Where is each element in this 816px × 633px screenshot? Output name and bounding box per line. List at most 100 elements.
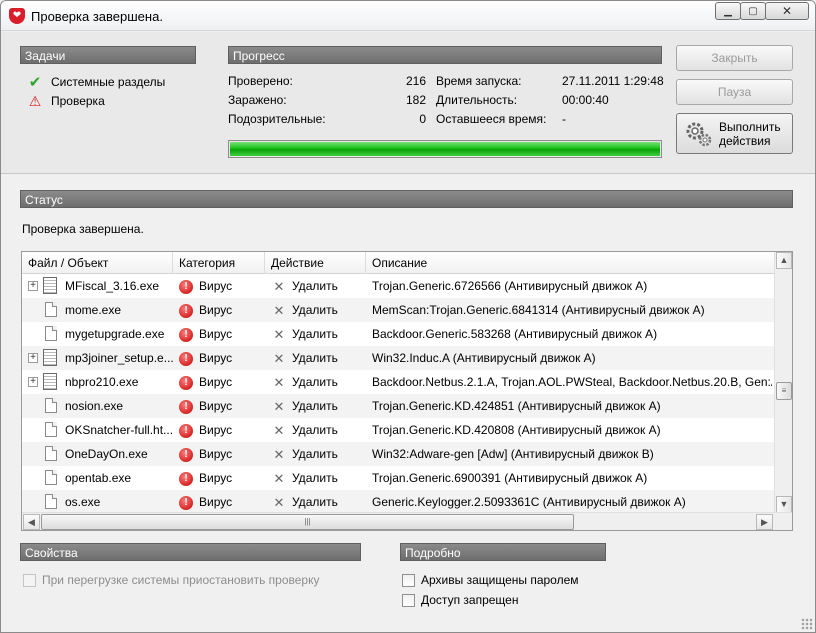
description-text: Trojan.Generic.KD.420808 (Антивирусный д… [372,423,661,437]
description-text: Trojan.Generic.6900391 (Антивирусный дви… [372,471,648,485]
delete-icon: ✕ [273,422,285,438]
expand-icon[interactable]: + [28,377,38,387]
description-text: Win32.Induc.A (Антивирусный движок A) [372,351,596,365]
action-text: Удалить [292,447,338,461]
cell-category: ! Вирус [179,490,265,514]
column-header-description[interactable]: Описание [366,252,774,274]
file-name: mome.exe [65,303,122,317]
expand-icon[interactable]: + [28,353,38,363]
table-row[interactable]: + mp3joiner_setup.e...! Вирус ✕ Удалить Win32… [22,346,774,370]
virus-icon: ! [179,495,193,510]
remaining-label: Оставшееся время: [436,112,547,126]
access-denied-label: Доступ запрещен [421,593,519,607]
checked-value: 216 [405,74,426,88]
file-name: OKSnatcher-full.ht... [65,423,173,437]
cell-description: MemScan:Trojan.Generic.6841314 (Антивиру… [372,298,772,322]
table-header: Файл / Объект Категория Действие Описани… [22,252,774,274]
cell-action: ✕ Удалить [272,394,366,418]
scroll-down-button[interactable]: ▼ [776,496,792,513]
access-denied-checkbox[interactable] [402,593,415,607]
cell-action: ✕ Удалить [272,298,366,322]
cell-description: Trojan.Generic.KD.424851 (Антивирусный д… [372,394,772,418]
minimize-icon: ▁ [724,5,732,17]
execute-line-2: действия [719,133,771,148]
minimize-button[interactable]: ▁ [715,2,741,20]
scroll-right-button[interactable]: ▶ [756,514,773,530]
cell-file: os.exe [22,490,173,514]
delete-icon: ✕ [273,278,285,294]
column-header-category[interactable]: Категория [173,252,265,274]
cell-description: Backdoor.Generic.583268 (Антивирусный дв… [372,322,772,346]
category-text: Вирус [199,279,233,293]
horizontal-scroll-thumb[interactable]: ||| [41,514,574,530]
action-text: Удалить [292,471,338,485]
suspicious-label: Подозрительные: [228,112,326,126]
status-header: Статус [20,190,793,208]
table-row[interactable]: OneDayOn.exe! Вирус ✕ Удалить Win32:Adware-g… [22,442,774,466]
table-row[interactable]: mygetupgrade.exe! Вирус ✕ Удалить Backdoor.G… [22,322,774,346]
horizontal-scrollbar[interactable]: ◀ ||| ▶ [22,512,792,530]
file-name: os.exe [65,495,101,509]
action-text: Удалить [292,495,338,509]
cell-category: ! Вирус [179,466,265,490]
cell-description: Trojan.Generic.6726566 (Антивирусный дви… [372,274,772,298]
action-text: Удалить [292,375,338,389]
pause-on-reboot-option: При перегрузке системы приостановить про… [23,572,319,588]
virus-icon: ! [179,327,193,342]
infected-label: Заражено: [228,93,287,107]
table-row[interactable]: mome.exe! Вирус ✕ Удалить MemScan:Trojan.Gen… [22,298,774,322]
table-row[interactable]: OKSnatcher-full.ht...! Вирус ✕ Удалить Troja… [22,418,774,442]
description-text: Trojan.Generic.KD.424851 (Антивирусный д… [372,399,661,413]
column-header-file[interactable]: Файл / Объект [22,252,173,274]
cell-action: ✕ Удалить [272,370,366,394]
vertical-scroll-thumb[interactable]: ≡ [776,382,792,400]
archives-protected-checkbox[interactable] [402,573,415,587]
virus-icon: ! [179,447,193,462]
description-text: Trojan.Generic.6726566 (Антивирусный дви… [372,279,648,293]
column-header-action[interactable]: Действие [265,252,366,274]
table-row[interactable]: + MFiscal_3.16.exe! Вирус ✕ Удалить Trojan.Ge… [22,274,774,298]
cell-category: ! Вирус [179,346,265,370]
window-controls: ▁ ▢ ✕ [715,2,809,20]
window-title: Проверка завершена. [31,9,163,24]
close-window-button[interactable]: ✕ [765,2,809,20]
progress-header: Прогресс [228,46,662,64]
expand-icon[interactable]: + [28,281,38,291]
suspicious-value: 0 [419,112,426,126]
cell-file: opentab.exe [22,466,173,490]
duration-value: 00:00:40 [562,93,609,107]
table-row[interactable]: opentab.exe! Вирус ✕ Удалить Trojan.Generic.… [22,466,774,490]
delete-icon: ✕ [273,470,285,486]
execute-actions-button[interactable]: Выполнить действия [676,113,793,154]
start-time-value: 27.11.2011 1:29:48 [562,74,664,88]
scroll-up-button[interactable]: ▲ [776,252,792,269]
delete-icon: ✕ [273,350,285,366]
virus-icon: ! [179,351,193,366]
table-row[interactable]: + nbpro210.exe! Вирус ✕ Удалить Backdoor.Netb… [22,370,774,394]
file-icon [45,470,57,485]
access-denied-option: Доступ запрещен [402,592,518,608]
category-text: Вирус [199,423,233,437]
table-row[interactable]: nosion.exe! Вирус ✕ Удалить Trojan.Generic.K… [22,394,774,418]
cell-file: + mp3joiner_setup.e... [22,346,173,370]
scroll-left-button[interactable]: ◀ [23,514,40,530]
checked-label: Проверено: [228,74,293,88]
cell-file: + nbpro210.exe [22,370,173,394]
vertical-scrollbar[interactable]: ▲ ≡ ▼ [774,252,792,514]
task-item-scan: ⚠ Проверка [27,93,105,109]
cell-file: + MFiscal_3.16.exe [22,274,173,298]
close-button[interactable]: Закрыть [676,45,793,71]
file-name: nosion.exe [65,399,124,413]
title-bar[interactable]: ❤ Проверка завершена. ▁ ▢ ✕ [1,1,815,31]
cell-file: OKSnatcher-full.ht... [22,418,173,442]
pause-on-reboot-checkbox[interactable] [23,573,36,587]
archive-icon [43,349,57,366]
cell-file: OneDayOn.exe [22,442,173,466]
pause-button[interactable]: Пауза [676,79,793,105]
details-header: Подробно [400,543,606,561]
table-row[interactable]: os.exe! Вирус ✕ Удалить Generic.Keylogger.2.… [22,490,774,514]
file-name: OneDayOn.exe [65,447,148,461]
resize-grip[interactable] [801,618,813,630]
maximize-button[interactable]: ▢ [740,2,766,20]
cell-description: Trojan.Generic.6900391 (Антивирусный дви… [372,466,772,490]
